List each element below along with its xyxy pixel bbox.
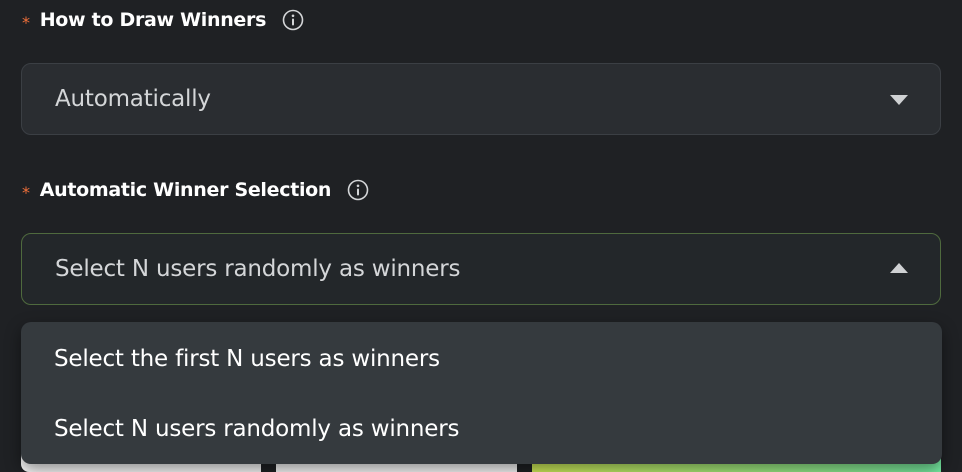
required-asterisk: *: [22, 182, 30, 202]
winner-selection-dropdown-menu: Select the first N users as winners Sele…: [21, 322, 942, 464]
draw-method-select[interactable]: Automatically: [21, 63, 941, 135]
winner-selection-label: Automatic Winner Selection: [39, 179, 332, 201]
option-label: Select N users randomly as winners: [54, 416, 460, 442]
chevron-down-icon: [890, 95, 908, 105]
winner-selection-select[interactable]: Select N users randomly as winners: [21, 233, 941, 305]
option-label: Select the first N users as winners: [54, 346, 440, 372]
chevron-up-icon: [890, 263, 908, 273]
info-icon[interactable]: [282, 9, 304, 31]
required-asterisk: *: [22, 12, 30, 32]
draw-method-label: How to Draw Winners: [39, 9, 267, 31]
dropdown-option[interactable]: Select the first N users as winners: [21, 324, 942, 394]
dropdown-option[interactable]: Select N users randomly as winners: [21, 394, 942, 464]
draw-method-selected-value: Automatically: [55, 86, 211, 112]
draw-method-label-row: * How to Draw Winners: [22, 9, 304, 32]
info-icon[interactable]: [347, 179, 369, 201]
winner-selection-selected-value: Select N users randomly as winners: [55, 256, 461, 282]
winner-selection-label-row: * Automatic Winner Selection: [22, 179, 369, 202]
